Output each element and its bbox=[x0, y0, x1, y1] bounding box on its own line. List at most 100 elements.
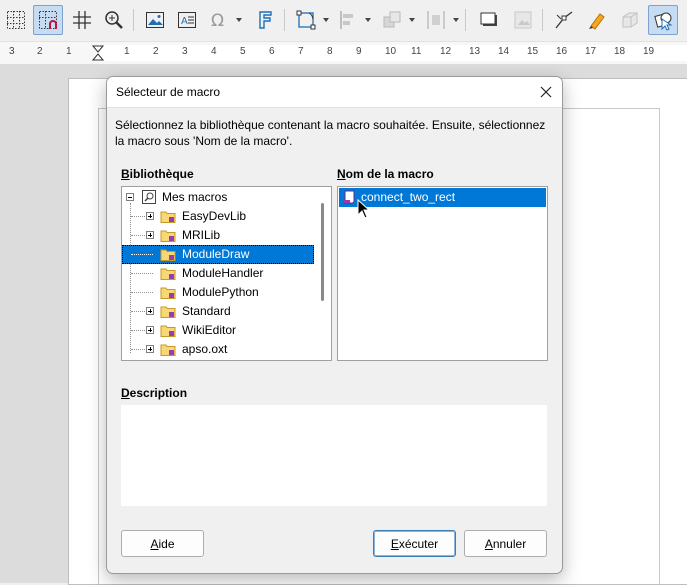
glue-points-icon[interactable] bbox=[582, 5, 612, 35]
toolbar-separator bbox=[133, 9, 134, 31]
library-tree[interactable]: Mes macros EasyDevLib MRILib ModuleDraw … bbox=[121, 186, 332, 361]
crop-icon[interactable] bbox=[508, 5, 538, 35]
description-label-mnemonic: D bbox=[121, 386, 130, 400]
special-character-icon[interactable]: Ω bbox=[204, 5, 242, 35]
fontwork-icon[interactable] bbox=[250, 5, 280, 35]
tree-item-label: Standard bbox=[182, 304, 231, 318]
ruler-number: 5 bbox=[240, 46, 246, 57]
help-button[interactable]: Aide bbox=[121, 530, 204, 557]
select-icon[interactable] bbox=[648, 5, 678, 35]
tree-item-library[interactable]: MRILib bbox=[122, 226, 314, 245]
tree-item-label: Mes macros bbox=[162, 190, 228, 204]
zoom-pan-icon[interactable] bbox=[99, 5, 129, 35]
shadow-icon[interactable] bbox=[474, 5, 504, 35]
folder-icon bbox=[160, 306, 176, 318]
svg-text:A: A bbox=[181, 16, 188, 27]
snap-to-grid-icon[interactable] bbox=[33, 5, 63, 35]
folder-icon bbox=[160, 268, 176, 280]
macro-script-icon bbox=[344, 190, 355, 204]
expand-icon[interactable] bbox=[146, 345, 154, 353]
tree-item-label: WikiEditor bbox=[182, 323, 237, 337]
macro-selector-dialog: Sélecteur de macro Sélectionnez la bibli… bbox=[106, 76, 563, 574]
ruler-number: 12 bbox=[440, 46, 452, 57]
indent-marker-icon[interactable] bbox=[92, 45, 104, 61]
ruler-number: 11 bbox=[411, 46, 422, 57]
ruler-number: 3 bbox=[9, 46, 15, 57]
distribute-icon[interactable] bbox=[421, 5, 459, 35]
help-button-mnemonic: A bbox=[150, 536, 159, 551]
cancel-button-mnemonic: A bbox=[484, 536, 493, 551]
tree-connector bbox=[131, 254, 153, 256]
expand-icon[interactable] bbox=[146, 326, 154, 334]
toggle-extrusion-icon[interactable] bbox=[615, 5, 645, 35]
tree-item-label: ModuleHandler bbox=[182, 266, 264, 280]
expand-icon[interactable] bbox=[146, 231, 154, 239]
ruler-number: 10 bbox=[385, 46, 397, 57]
align-objects-icon[interactable] bbox=[333, 5, 371, 35]
ruler-number: 18 bbox=[614, 46, 626, 57]
grid-display-icon[interactable] bbox=[1, 5, 31, 35]
macro-container-icon bbox=[142, 190, 156, 204]
ruler-number: 13 bbox=[469, 46, 481, 57]
toolbar-separator bbox=[542, 9, 543, 31]
tree-connector bbox=[131, 311, 145, 313]
description-label-text: escription bbox=[129, 386, 188, 400]
description-label: Description bbox=[121, 386, 187, 400]
tree-item-label: ModuleDraw bbox=[182, 247, 250, 261]
description-text-area[interactable] bbox=[121, 405, 547, 506]
tree-item-library[interactable]: ModulePython bbox=[122, 283, 314, 302]
macro-name-label-mnemonic: N bbox=[337, 167, 346, 181]
run-button-mnemonic: E bbox=[390, 536, 399, 551]
ruler-number: 7 bbox=[298, 46, 304, 57]
macro-name-label-text: om de la macro bbox=[345, 167, 434, 181]
ruler-number: 1 bbox=[124, 46, 130, 57]
library-label-text: ibliothèque bbox=[129, 167, 194, 181]
folder-icon bbox=[160, 249, 176, 261]
expand-icon[interactable] bbox=[146, 307, 154, 315]
cancel-button[interactable]: Annuler bbox=[464, 530, 547, 557]
folder-icon bbox=[160, 211, 176, 223]
tree-scrollbar[interactable] bbox=[315, 187, 331, 360]
tree-item-library[interactable]: EasyDevLib bbox=[122, 207, 314, 226]
horizontal-ruler[interactable]: 3 2 1 1 2 3 4 5 6 7 8 9 10 11 12 13 14 1… bbox=[0, 41, 687, 65]
collapse-icon[interactable] bbox=[126, 193, 134, 201]
ruler-number: 19 bbox=[643, 46, 655, 57]
tree-connector bbox=[131, 349, 145, 351]
folder-icon bbox=[160, 344, 176, 356]
svg-text:Ω: Ω bbox=[211, 11, 224, 31]
tree-item-library[interactable]: Standard bbox=[122, 302, 314, 321]
insert-textbox-icon[interactable]: A bbox=[172, 5, 202, 35]
tree-item-label: ModulePython bbox=[182, 285, 259, 299]
expand-icon[interactable] bbox=[146, 212, 154, 220]
run-button[interactable]: Exécuter bbox=[373, 530, 456, 557]
tree-item-library[interactable]: WikiEditor bbox=[122, 321, 314, 340]
close-icon[interactable] bbox=[536, 82, 556, 102]
tree-item-label: MRILib bbox=[182, 228, 221, 242]
tree-item-my-macros[interactable]: Mes macros bbox=[122, 188, 314, 207]
dialog-titlebar[interactable]: Sélecteur de macro bbox=[107, 77, 562, 108]
tree-item-library-selected[interactable]: ModuleDraw bbox=[122, 245, 314, 264]
library-label: Bibliothèque bbox=[121, 167, 194, 181]
points-icon[interactable] bbox=[549, 5, 579, 35]
tree-connector bbox=[131, 330, 145, 332]
tree-connector bbox=[131, 235, 145, 237]
ruler-number: 2 bbox=[153, 46, 159, 57]
folder-icon bbox=[160, 230, 176, 242]
dialog-title: Sélecteur de macro bbox=[116, 85, 221, 99]
tree-item-label: apso.oxt bbox=[182, 342, 228, 356]
tree-item-library[interactable]: ModuleHandler bbox=[122, 264, 314, 283]
insert-image-icon[interactable] bbox=[140, 5, 170, 35]
arrange-icon[interactable] bbox=[377, 5, 415, 35]
transformations-icon[interactable] bbox=[291, 5, 329, 35]
ruler-number: 16 bbox=[556, 46, 568, 57]
toolbar-separator bbox=[465, 9, 466, 31]
ruler-number: 14 bbox=[498, 46, 510, 57]
scrollbar-thumb[interactable] bbox=[321, 203, 324, 301]
tree-item-label: EasyDevLib bbox=[182, 209, 247, 223]
folder-icon bbox=[160, 325, 176, 337]
tree-item-library[interactable]: apso.oxt bbox=[122, 340, 314, 359]
ruler-number: 8 bbox=[327, 46, 333, 57]
ruler-number: 1 bbox=[66, 46, 72, 57]
ruler-number: 9 bbox=[356, 46, 362, 57]
helplines-icon[interactable] bbox=[67, 5, 97, 35]
